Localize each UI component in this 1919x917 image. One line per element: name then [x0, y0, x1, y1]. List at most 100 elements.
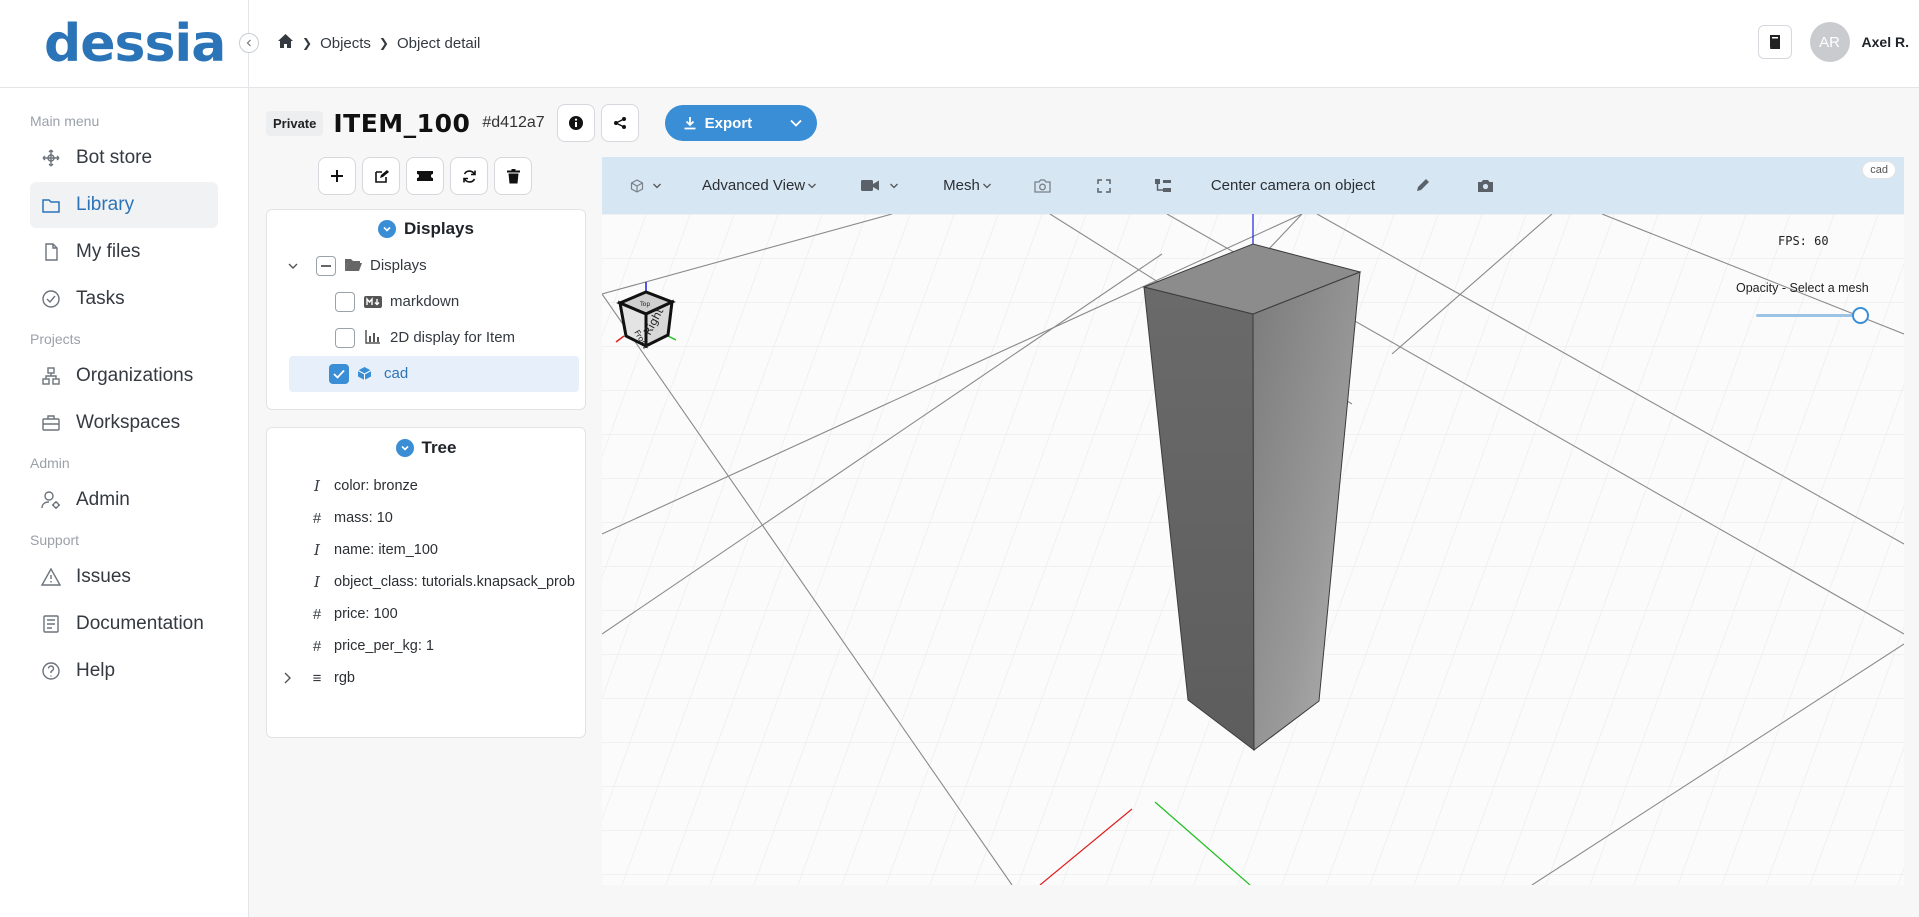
sidebar-item-label: Workspaces	[76, 412, 181, 433]
mesh-dropdown[interactable]: Mesh	[943, 177, 992, 194]
chevron-down-icon[interactable]	[789, 116, 803, 134]
sidebar-item-my-files[interactable]: My files	[30, 229, 218, 275]
viewer-toolbar: Advanced View Mesh Center camera on obje…	[602, 157, 1904, 214]
snapshot-button[interactable]	[1478, 179, 1494, 192]
info-icon	[568, 116, 583, 130]
sidebar-item-tasks[interactable]: Tasks	[30, 276, 218, 322]
tree-header[interactable]: Tree	[267, 428, 585, 468]
main-nav: Main menu Bot store Library My files Tas…	[0, 88, 248, 694]
sidebar-item-help[interactable]: Help	[30, 648, 218, 694]
sidebar-item-issues[interactable]: Issues	[30, 554, 218, 600]
home-icon[interactable]	[277, 33, 294, 53]
sidebar-item-documentation[interactable]: Documentation	[30, 601, 218, 647]
refresh-button[interactable]	[450, 157, 488, 195]
collapse-sidebar-button[interactable]	[239, 33, 259, 53]
sidebar-item-label: Bot store	[76, 147, 153, 168]
edit-icon	[374, 169, 389, 183]
fullscreen-button[interactable]	[1097, 178, 1111, 193]
tree-row-text: price: 100	[334, 606, 398, 622]
chevron-down-icon[interactable]	[287, 259, 299, 276]
warning-icon	[40, 566, 62, 588]
edit-button[interactable]	[362, 157, 400, 195]
display-item-cad[interactable]: cad	[289, 356, 579, 392]
measure-button[interactable]	[1415, 178, 1430, 193]
fps-counter: FPS: 60	[1778, 234, 1829, 248]
share-button[interactable]	[600, 104, 639, 142]
display-checkbox-2d[interactable]	[335, 328, 355, 348]
tree-card: Tree I color: bronze # mass: 10 I name: …	[266, 427, 586, 738]
tree-row-text: color: bronze	[334, 478, 418, 494]
cad-viewer[interactable]: Front Right Top Advanced View Mesh Cente…	[602, 157, 1904, 885]
library-icon	[40, 194, 62, 216]
object-select-dropdown[interactable]	[630, 178, 662, 193]
tree-row-name[interactable]: I name: item_100	[308, 534, 585, 566]
avatar[interactable]: AR	[1809, 22, 1850, 62]
tree-row-price-per-kg[interactable]: # price_per_kg: 1	[308, 630, 585, 662]
sidebar-item-label: Issues	[76, 566, 131, 587]
display-label: markdown	[390, 293, 460, 310]
camera-filled-icon	[1478, 180, 1494, 192]
mesh-label: Mesh	[943, 177, 980, 194]
book-icon	[1769, 35, 1780, 50]
ticket-button[interactable]	[406, 157, 444, 195]
sidebar-item-library[interactable]: Library	[30, 182, 218, 228]
fullscreen-icon	[1097, 178, 1111, 193]
sidebar-item-bot-store[interactable]: Bot store	[30, 135, 218, 181]
sidebar-item-workspaces[interactable]: Workspaces	[30, 400, 218, 446]
display-item-2d[interactable]: 2D display for Item	[273, 320, 579, 356]
user-name[interactable]: Axel R.	[1862, 34, 1909, 50]
delete-button[interactable]	[494, 157, 532, 195]
chevron-right-icon[interactable]	[282, 672, 292, 688]
layout-tree-button[interactable]	[1154, 178, 1171, 193]
object-title-row: Private ITEM_100 #d412a7 Export	[266, 104, 817, 142]
opacity-slider-track[interactable]	[1756, 314, 1862, 317]
help-icon	[40, 660, 62, 682]
tree-row-object-class[interactable]: I object_class: tutorials.knapsack_prob	[308, 566, 585, 598]
tree-row-price[interactable]: # price: 100	[308, 598, 585, 630]
export-main[interactable]: Export	[665, 115, 777, 132]
opacity-slider-thumb[interactable]	[1852, 307, 1869, 324]
tree-row-color[interactable]: I color: bronze	[308, 470, 585, 502]
tree-title: Tree	[421, 438, 457, 457]
camera-dropdown[interactable]	[861, 179, 899, 192]
displays-header[interactable]: Displays	[267, 210, 585, 248]
breadcrumb: ❯ Objects ❯ Object detail	[277, 33, 480, 53]
text-type-icon: I	[314, 477, 320, 495]
tree-row-mass[interactable]: # mass: 10	[308, 502, 585, 534]
video-camera-icon	[861, 180, 880, 191]
export-button[interactable]: Export	[664, 105, 817, 141]
sidebar: dessia Main menu Bot store Library My fi…	[0, 0, 249, 917]
section-title-main-menu: Main menu	[30, 113, 100, 129]
tree-row-rgb[interactable]: ≡ rgb	[284, 662, 585, 694]
screenshot-button[interactable]	[1034, 178, 1051, 193]
pencil-icon	[1417, 179, 1430, 191]
plus-icon	[331, 170, 343, 182]
advanced-view-dropdown[interactable]: Advanced View	[702, 177, 817, 194]
cube-face-top: Top	[639, 301, 650, 308]
display-checkbox-cad[interactable]	[329, 364, 349, 384]
chevron-down-icon	[808, 183, 817, 188]
cube-icon	[357, 366, 372, 385]
info-button[interactable]	[556, 104, 595, 142]
3d-scene[interactable]: Front Right Top	[602, 214, 1904, 885]
page-title: ITEM_100	[333, 108, 471, 138]
tree-row-text: object_class: tutorials.knapsack_prob	[334, 574, 575, 590]
displays-root-checkbox[interactable]	[316, 256, 336, 276]
action-bar	[318, 157, 538, 195]
sidebar-item-admin[interactable]: Admin	[30, 477, 218, 523]
center-camera-button[interactable]: Center camera on object	[1211, 177, 1375, 194]
export-label: Export	[704, 114, 753, 132]
tree-row-text: name: item_100	[334, 542, 438, 558]
chevron-down-icon	[890, 183, 899, 188]
add-button[interactable]	[318, 157, 356, 195]
displays-root-row[interactable]: Displays	[273, 248, 579, 284]
breadcrumb-objects-link[interactable]: Objects	[320, 35, 371, 52]
dessia-logo[interactable]: dessia	[44, 18, 226, 70]
documentation-button[interactable]	[1757, 25, 1792, 59]
organization-icon	[40, 365, 62, 387]
section-title-support: Support	[30, 532, 80, 548]
display-checkbox-markdown[interactable]	[335, 292, 355, 312]
display-item-markdown[interactable]: markdown	[273, 284, 579, 320]
sidebar-item-organizations[interactable]: Organizations	[30, 353, 218, 399]
camera-icon	[1034, 178, 1051, 193]
